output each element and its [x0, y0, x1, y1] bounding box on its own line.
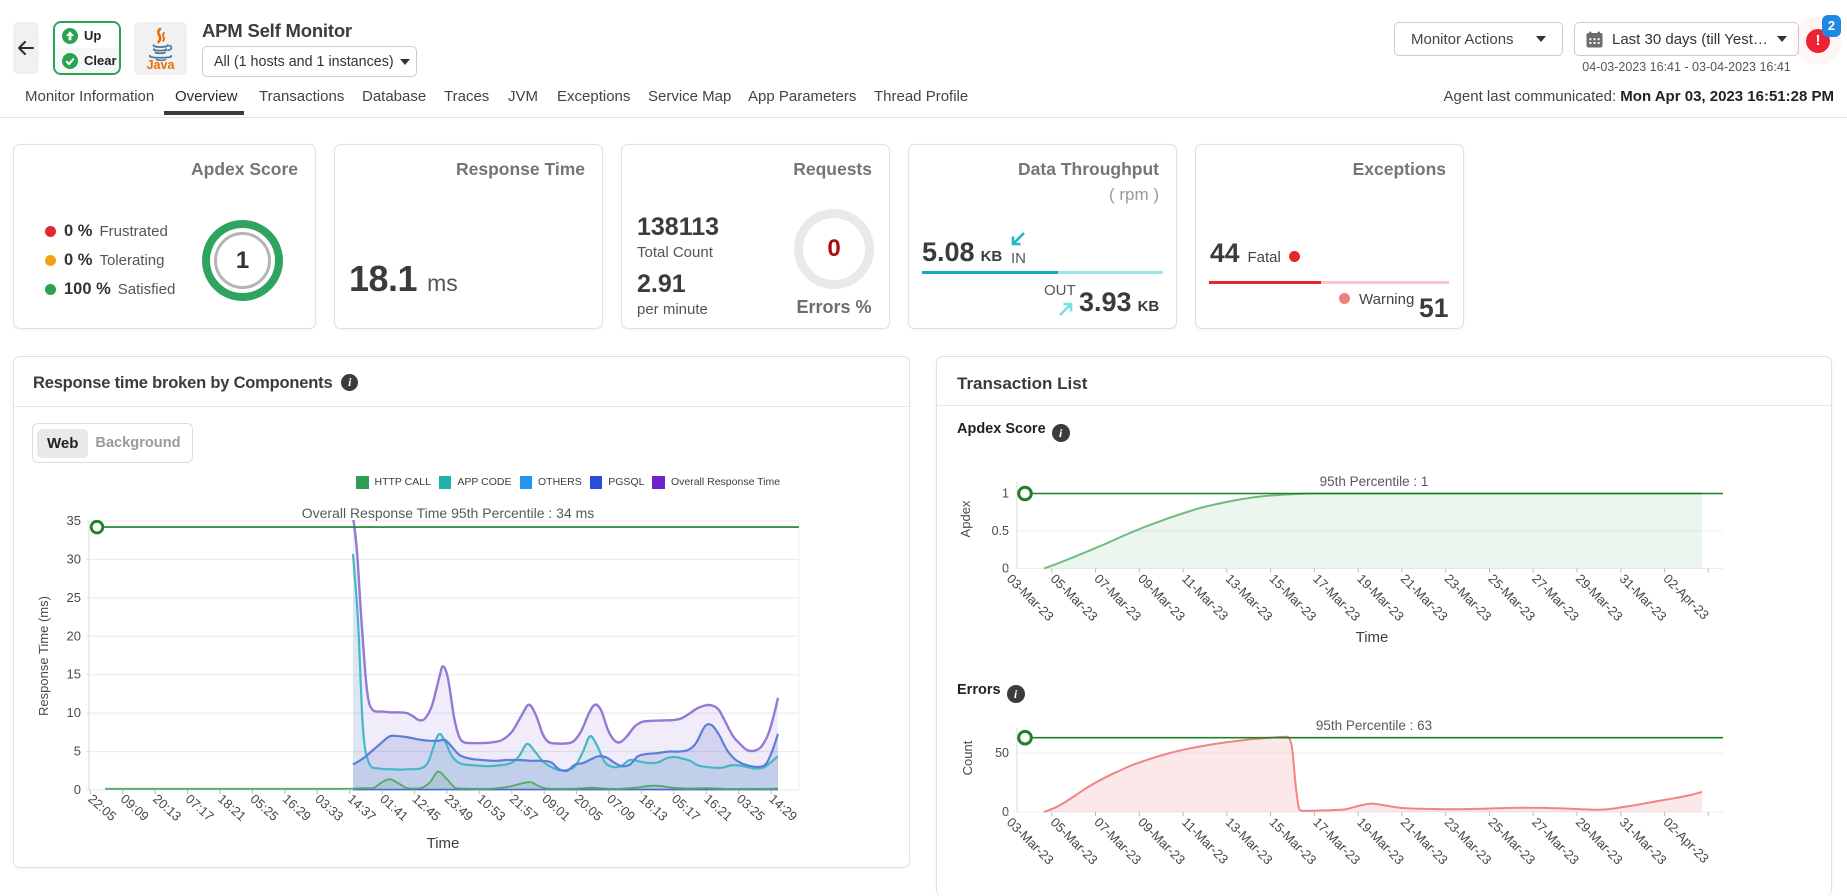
svg-text:27-Mar-23: 27-Mar-23 [1529, 815, 1582, 868]
svg-text:Response Time (ms): Response Time (ms) [36, 596, 51, 716]
svg-text:17-Mar-23: 17-Mar-23 [1310, 815, 1363, 868]
svg-text:23:49: 23:49 [442, 791, 476, 824]
svg-text:31-Mar-23: 31-Mar-23 [1617, 571, 1670, 624]
svg-text:05:17: 05:17 [669, 791, 703, 824]
svg-text:16:21: 16:21 [701, 791, 735, 824]
svg-text:18:21: 18:21 [215, 791, 249, 824]
svg-text:03:33: 03:33 [312, 791, 346, 824]
svg-text:09-Mar-23: 09-Mar-23 [1135, 571, 1188, 624]
svg-text:09:01: 09:01 [539, 791, 573, 824]
svg-text:23-Mar-23: 23-Mar-23 [1442, 571, 1495, 624]
svg-text:35: 35 [67, 513, 81, 528]
svg-text:0.5: 0.5 [992, 524, 1009, 538]
svg-text:18:13: 18:13 [636, 791, 670, 824]
svg-text:21:57: 21:57 [507, 791, 541, 824]
svg-text:21-Mar-23: 21-Mar-23 [1398, 571, 1451, 624]
svg-text:0: 0 [74, 782, 81, 797]
svg-text:11-Mar-23: 11-Mar-23 [1179, 815, 1231, 867]
svg-text:07-Mar-23: 07-Mar-23 [1091, 571, 1144, 624]
svg-text:Time: Time [1356, 629, 1389, 646]
svg-text:12:45: 12:45 [409, 791, 443, 824]
svg-text:07:17: 07:17 [183, 791, 217, 824]
svg-text:Java: Java [147, 58, 176, 72]
svg-text:15-Mar-23: 15-Mar-23 [1266, 571, 1319, 624]
svg-text:14:37: 14:37 [345, 791, 379, 824]
svg-text:Count: Count [960, 740, 975, 775]
svg-text:13-Mar-23: 13-Mar-23 [1223, 815, 1276, 868]
svg-text:Apdex: Apdex [958, 500, 973, 537]
svg-text:13-Mar-23: 13-Mar-23 [1223, 571, 1276, 624]
svg-text:15: 15 [67, 667, 81, 682]
svg-text:29-Mar-23: 29-Mar-23 [1573, 815, 1626, 868]
svg-text:05:25: 05:25 [247, 791, 281, 824]
svg-text:50: 50 [995, 746, 1009, 760]
svg-text:17-Mar-23: 17-Mar-23 [1310, 571, 1363, 624]
svg-text:09:09: 09:09 [118, 791, 152, 824]
svg-text:20: 20 [67, 628, 81, 643]
svg-text:03:25: 03:25 [734, 791, 768, 824]
svg-text:07:09: 07:09 [604, 791, 638, 824]
svg-text:Overall Response Time 95th Per: Overall Response Time 95th Percentile : … [302, 505, 595, 521]
svg-text:22:05: 22:05 [85, 791, 119, 824]
svg-text:21-Mar-23: 21-Mar-23 [1398, 815, 1451, 868]
svg-text:95th Percentile : 1: 95th Percentile : 1 [1320, 474, 1429, 489]
svg-text:15-Mar-23: 15-Mar-23 [1266, 815, 1319, 868]
svg-text:25: 25 [67, 590, 81, 605]
svg-text:09-Mar-23: 09-Mar-23 [1135, 815, 1188, 868]
svg-text:31-Mar-23: 31-Mar-23 [1617, 815, 1670, 868]
svg-text:16:29: 16:29 [280, 791, 314, 824]
svg-text:03-Mar-23: 03-Mar-23 [1004, 571, 1057, 624]
svg-text:20:13: 20:13 [150, 791, 184, 824]
svg-text:Time: Time [427, 835, 460, 852]
svg-text:23-Mar-23: 23-Mar-23 [1442, 815, 1495, 868]
svg-text:20:05: 20:05 [572, 791, 606, 824]
svg-text:11-Mar-23: 11-Mar-23 [1179, 571, 1231, 623]
svg-text:29-Mar-23: 29-Mar-23 [1573, 571, 1626, 624]
svg-text:95th Percentile : 63: 95th Percentile : 63 [1316, 718, 1432, 733]
svg-text:27-Mar-23: 27-Mar-23 [1529, 571, 1582, 624]
svg-text:07-Mar-23: 07-Mar-23 [1091, 815, 1144, 868]
svg-text:10:53: 10:53 [474, 791, 508, 824]
svg-text:01:41: 01:41 [377, 791, 411, 824]
svg-text:30: 30 [67, 551, 81, 566]
svg-text:1: 1 [1002, 487, 1009, 501]
svg-text:5: 5 [74, 744, 81, 759]
svg-text:14:29: 14:29 [766, 791, 800, 824]
svg-text:03-Mar-23: 03-Mar-23 [1004, 815, 1057, 868]
svg-text:10: 10 [67, 705, 81, 720]
